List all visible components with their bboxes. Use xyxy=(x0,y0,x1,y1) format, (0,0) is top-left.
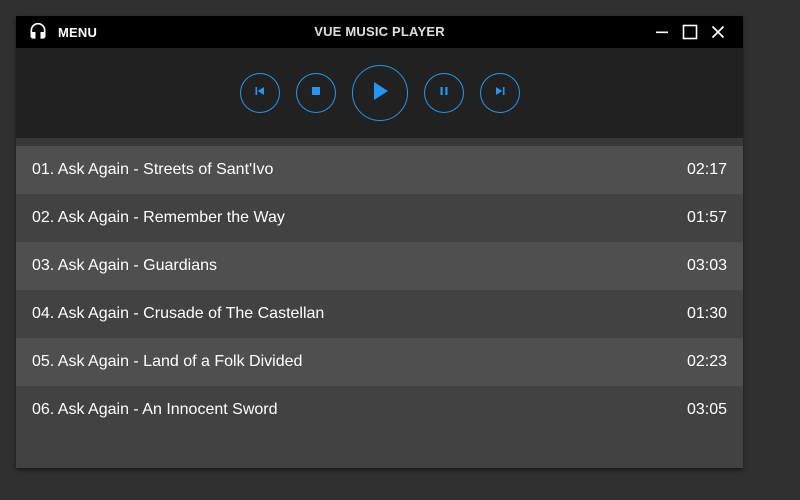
track-row[interactable]: 05. Ask Again - Land of a Folk Divided 0… xyxy=(16,338,743,386)
window-controls xyxy=(643,16,727,48)
track-row[interactable]: 04. Ask Again - Crusade of The Castellan… xyxy=(16,290,743,338)
track-title: 05. Ask Again - Land of a Folk Divided xyxy=(32,353,303,370)
track-title: 06. Ask Again - An Innocent Sword xyxy=(32,401,278,418)
track-row[interactable]: 01. Ask Again - Streets of Sant'Ivo 02:1… xyxy=(16,146,743,194)
skip-previous-icon xyxy=(254,84,266,102)
track-duration: 01:57 xyxy=(686,209,727,226)
skip-next-button[interactable] xyxy=(480,73,520,113)
track-row[interactable]: 06. Ask Again - An Innocent Sword 03:05 xyxy=(16,386,743,434)
close-icon[interactable] xyxy=(709,23,727,41)
play-button[interactable] xyxy=(352,65,408,121)
pause-button[interactable] xyxy=(424,73,464,113)
stop-icon xyxy=(310,84,322,102)
playlist: 01. Ask Again - Streets of Sant'Ivo 02:1… xyxy=(16,146,743,434)
music-player-window: MENU VUE MUSIC PLAYER 01. Ask Again - St… xyxy=(16,16,743,468)
playback-controls xyxy=(16,48,743,138)
track-duration: 02:23 xyxy=(686,353,727,370)
minimize-icon[interactable] xyxy=(653,23,671,41)
track-title: 03. Ask Again - Guardians xyxy=(32,257,217,274)
track-title: 01. Ask Again - Streets of Sant'Ivo xyxy=(32,161,274,178)
track-duration: 03:05 xyxy=(686,401,727,418)
pause-icon xyxy=(438,84,450,102)
skip-next-icon xyxy=(494,84,506,102)
maximize-icon[interactable] xyxy=(681,23,699,41)
stop-button[interactable] xyxy=(296,73,336,113)
skip-previous-button[interactable] xyxy=(240,73,280,113)
divider xyxy=(16,138,743,146)
track-title: 04. Ask Again - Crusade of The Castellan xyxy=(32,305,325,322)
track-row[interactable]: 03. Ask Again - Guardians 03:03 xyxy=(16,242,743,290)
track-duration: 03:03 xyxy=(686,257,727,274)
track-title: 02. Ask Again - Remember the Way xyxy=(32,209,285,226)
track-duration: 01:30 xyxy=(686,305,727,322)
play-icon xyxy=(369,80,391,107)
app-title: VUE MUSIC PLAYER xyxy=(314,24,445,39)
track-row[interactable]: 02. Ask Again - Remember the Way 01:57 xyxy=(16,194,743,242)
title-bar: MENU VUE MUSIC PLAYER xyxy=(16,16,743,48)
track-duration: 02:17 xyxy=(686,161,727,178)
